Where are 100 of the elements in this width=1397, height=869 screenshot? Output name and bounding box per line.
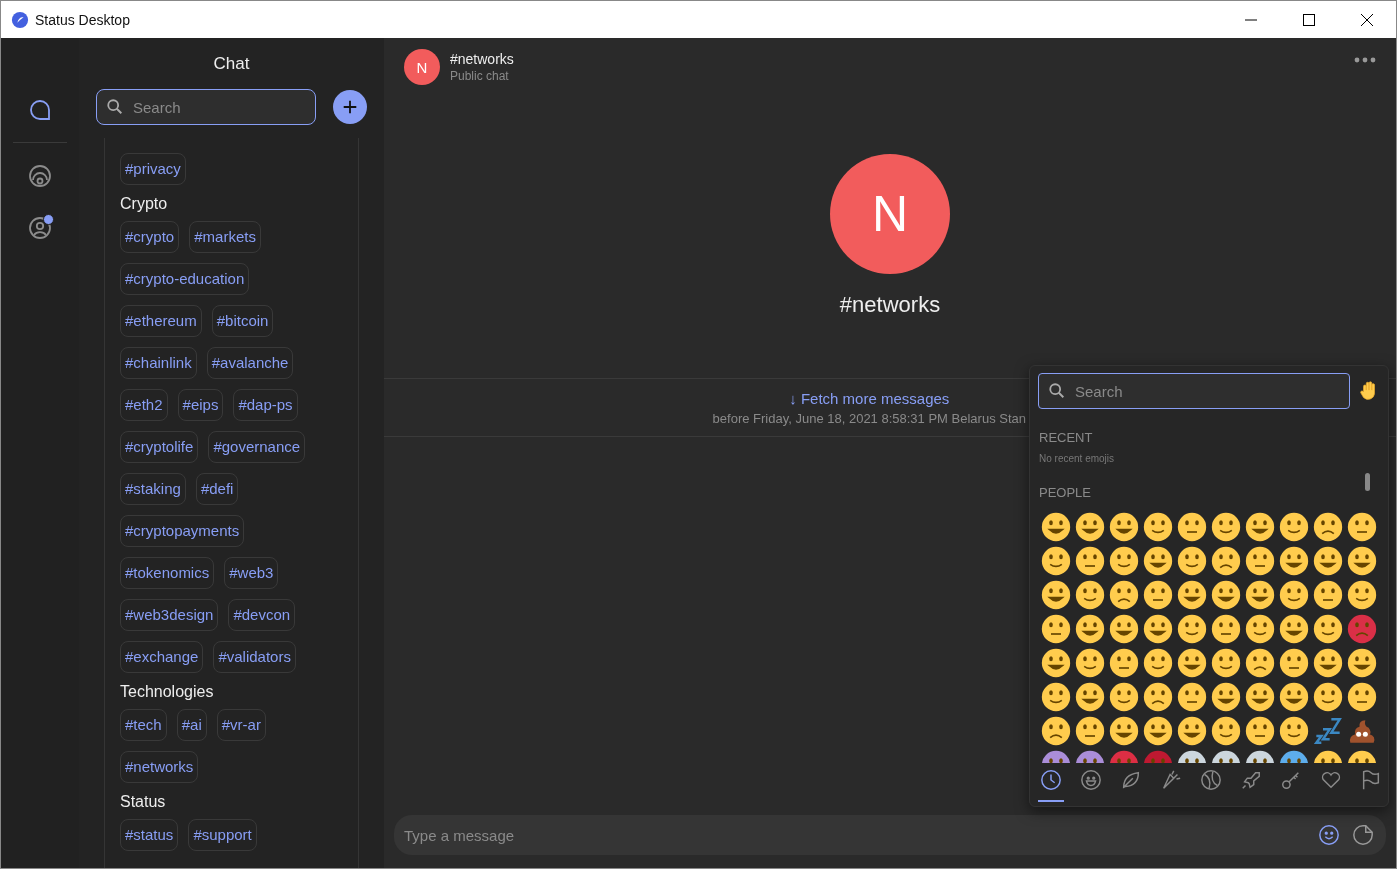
face-icon[interactable] — [1177, 512, 1207, 542]
channel-chip[interactable]: #cryptopayments — [120, 515, 245, 547]
face-icon[interactable] — [1075, 716, 1105, 746]
fetch-more-link[interactable]: ↓ Fetch more messages — [789, 389, 950, 407]
face-icon[interactable] — [1143, 648, 1173, 678]
channel-chip[interactable]: #web3design — [120, 599, 219, 631]
channel-chip[interactable]: #validators — [213, 641, 296, 673]
face-icon[interactable] — [1177, 580, 1207, 610]
face-icon[interactable] — [1313, 512, 1343, 542]
face-icon[interactable] — [1313, 546, 1343, 576]
channel-chip[interactable]: #chainlink — [120, 347, 197, 379]
face-icon[interactable] — [1041, 716, 1071, 746]
channel-chip[interactable]: #status — [120, 819, 179, 851]
face-icon[interactable] — [1245, 648, 1275, 678]
channel-chip[interactable]: #tokenomics — [120, 557, 215, 589]
face-icon[interactable] — [1279, 512, 1309, 542]
face-icon[interactable] — [1313, 580, 1343, 610]
channel-chip[interactable]: #eips — [177, 389, 224, 421]
face-icon[interactable] — [1177, 716, 1207, 746]
channel-chip[interactable]: #crypto-education — [120, 263, 250, 295]
face-icon[interactable] — [1279, 648, 1309, 678]
channel-chip[interactable]: #eth2 — [120, 389, 168, 421]
face-icon[interactable] — [1109, 716, 1139, 746]
channel-chip[interactable]: #avalanche — [206, 347, 294, 379]
face-icon[interactable] — [1245, 716, 1275, 746]
face-icon[interactable] — [1143, 580, 1173, 610]
face-icon[interactable] — [1109, 682, 1139, 712]
channel-chip[interactable]: #web3 — [224, 557, 279, 589]
face-icon[interactable] — [1109, 546, 1139, 576]
channel-chip[interactable]: #cryptolife — [120, 431, 199, 463]
face-icon[interactable] — [1245, 580, 1275, 610]
face-icon[interactable] — [1245, 546, 1275, 576]
channel-chip[interactable]: #ai — [176, 709, 207, 741]
zzz-icon[interactable] — [1313, 716, 1343, 746]
face-icon[interactable] — [1279, 614, 1309, 644]
face-icon[interactable] — [1211, 716, 1241, 746]
channel-chip[interactable]: #crypto — [120, 221, 180, 253]
face-icon[interactable] — [1347, 512, 1377, 542]
face-icon[interactable] — [1075, 546, 1105, 576]
channel-chip[interactable]: #bitcoin — [211, 305, 274, 337]
face-icon[interactable] — [1279, 580, 1309, 610]
scrollbar-thumb[interactable] — [1365, 473, 1370, 491]
face-icon[interactable] — [1211, 512, 1241, 542]
face-icon[interactable] — [1347, 546, 1377, 576]
face-icon[interactable] — [1245, 614, 1275, 644]
face-icon[interactable] — [1245, 512, 1275, 542]
face-icon[interactable] — [1313, 682, 1343, 712]
face-icon[interactable] — [1075, 512, 1105, 542]
search-field[interactable]: Search — [96, 89, 316, 125]
channel-chip[interactable]: #dap-ps — [233, 389, 298, 421]
face-icon[interactable] — [1041, 682, 1071, 712]
face-icon[interactable] — [1109, 512, 1139, 542]
channel-chip[interactable]: #networks — [120, 751, 199, 783]
channel-chip[interactable]: #ethereum — [120, 305, 202, 337]
face-icon[interactable] — [1279, 682, 1309, 712]
sticker-icon[interactable] — [1352, 824, 1374, 846]
channel-chip[interactable]: #devcon — [228, 599, 296, 631]
message-input[interactable]: Type a message — [394, 815, 1386, 855]
face-icon[interactable] — [1211, 614, 1241, 644]
face-icon[interactable] — [1075, 648, 1105, 678]
face-icon[interactable] — [1109, 580, 1139, 610]
face-icon[interactable] — [1109, 614, 1139, 644]
face-icon[interactable] — [1279, 716, 1309, 746]
face-icon[interactable] — [1109, 648, 1139, 678]
channel-chip[interactable]: #staking — [120, 473, 186, 505]
face-icon[interactable] — [1041, 580, 1071, 610]
face-icon[interactable] — [1347, 648, 1377, 678]
face-icon[interactable] — [1143, 716, 1173, 746]
channel-chip[interactable]: #vr-ar — [216, 709, 266, 741]
face-icon[interactable] — [1177, 546, 1207, 576]
face-icon[interactable] — [1177, 614, 1207, 644]
face-icon[interactable] — [1177, 648, 1207, 678]
face-icon[interactable] — [1279, 546, 1309, 576]
face-icon[interactable] — [1041, 512, 1071, 542]
face-icon[interactable] — [1347, 580, 1377, 610]
face-icon[interactable] — [1143, 682, 1173, 712]
face-icon[interactable] — [1211, 580, 1241, 610]
channel-chip[interactable]: #defi — [195, 473, 239, 505]
channel-chip[interactable]: #governance — [208, 431, 306, 463]
face-icon[interactable] — [1347, 682, 1377, 712]
face-icon[interactable] — [1313, 648, 1343, 678]
face-icon[interactable] — [1211, 648, 1241, 678]
face-icon[interactable] — [1041, 648, 1071, 678]
more-icon[interactable] — [1354, 57, 1376, 63]
face-icon[interactable] — [1143, 512, 1173, 542]
channel-chip[interactable]: #privacy — [120, 153, 186, 185]
channel-chip[interactable]: #support — [188, 819, 257, 851]
channel-chip[interactable]: #markets — [189, 221, 261, 253]
face-icon[interactable] — [1143, 546, 1173, 576]
face-icon[interactable] — [1211, 546, 1241, 576]
face-icon[interactable] — [1245, 682, 1275, 712]
channel-chip[interactable]: #tech — [120, 709, 167, 741]
face-icon[interactable] — [1075, 682, 1105, 712]
face-icon[interactable] — [1313, 614, 1343, 644]
channel-chip[interactable]: #exchange — [120, 641, 204, 673]
face-icon[interactable] — [1075, 580, 1105, 610]
face-icon[interactable] — [1075, 614, 1105, 644]
face-icon[interactable] — [1177, 682, 1207, 712]
face-icon[interactable] — [1041, 614, 1071, 644]
emoji-icon[interactable] — [1318, 824, 1340, 846]
